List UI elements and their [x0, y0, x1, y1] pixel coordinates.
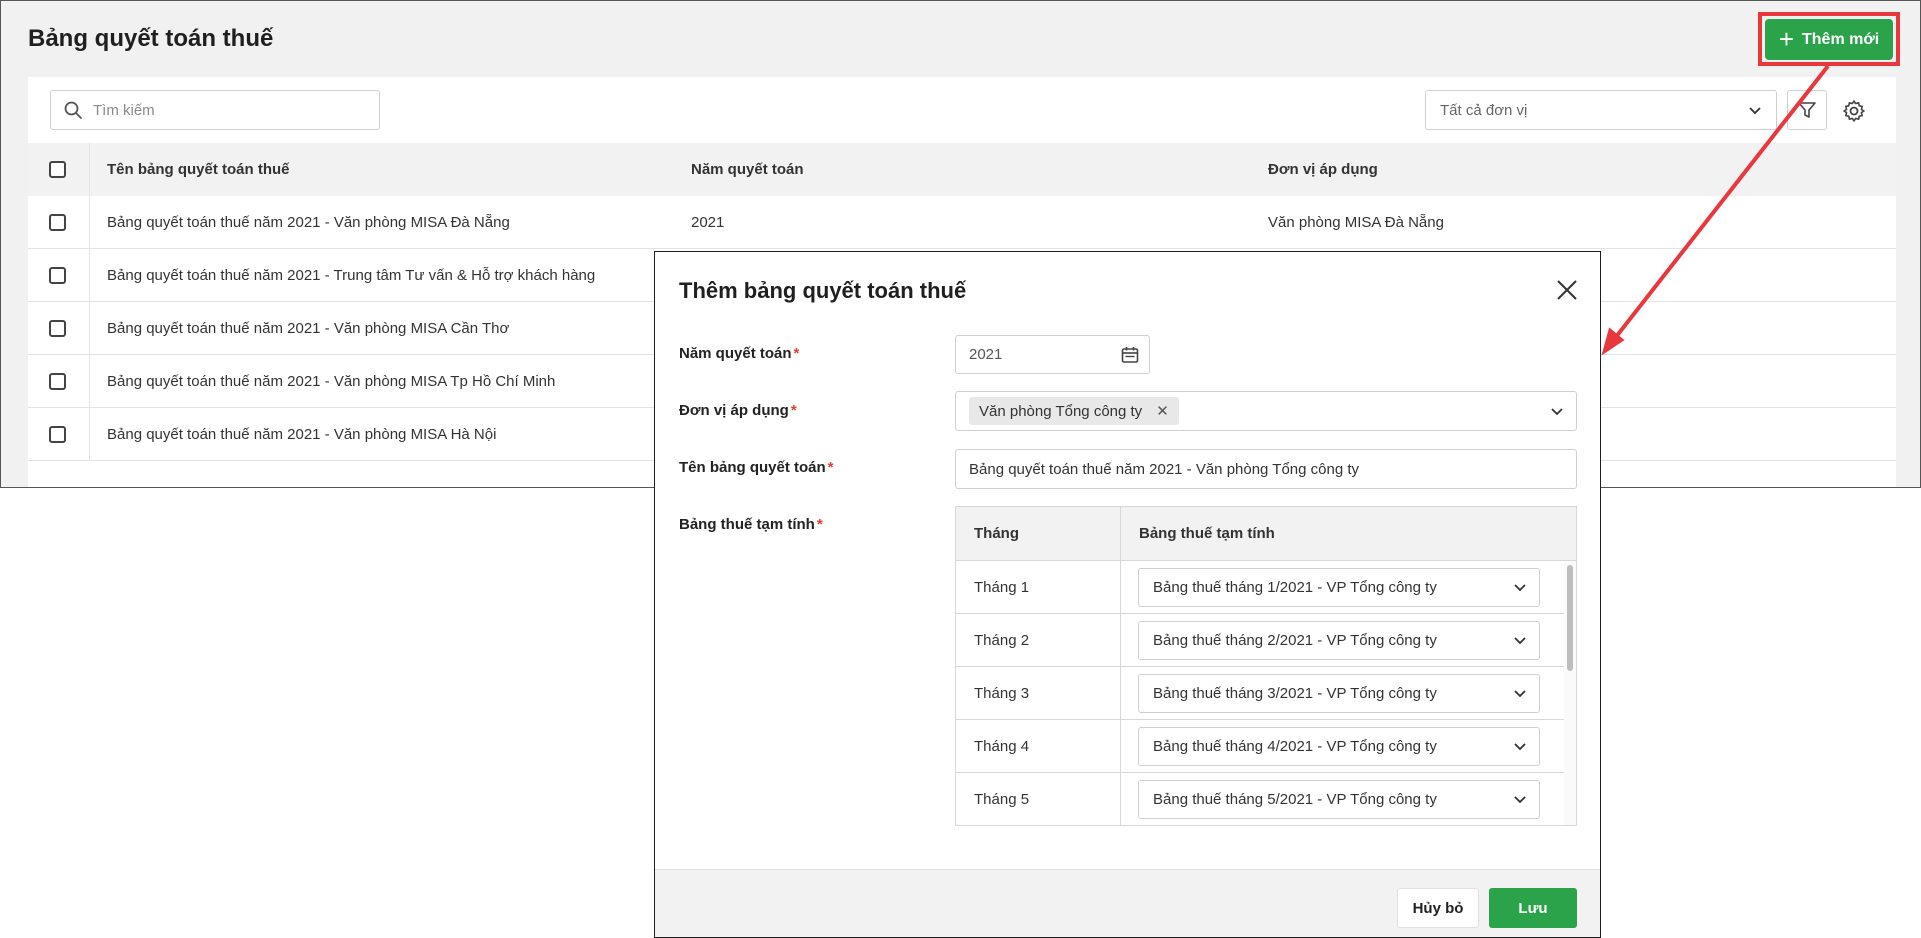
dialog-title: Thêm bảng quyết toán thuế [679, 278, 967, 303]
row-name: Bảng quyết toán thuế năm 2021 - Văn phòn… [107, 426, 497, 443]
chevron-down-icon [1514, 637, 1526, 645]
chevron-down-icon [1514, 743, 1526, 751]
row-checkbox[interactable] [49, 408, 66, 461]
month-cell: Tháng 5 [956, 773, 1121, 825]
dialog-footer: Hủy bỏ Lưu [655, 869, 1600, 937]
tax-table-select[interactable]: Bảng thuế tháng 1/2021 - VP Tổng công ty [1138, 567, 1540, 607]
tax-table-select[interactable]: Bảng thuế tháng 2/2021 - VP Tổng công ty [1138, 620, 1540, 660]
page-title: Bảng quyết toán thuế [28, 25, 274, 52]
search-icon [64, 101, 82, 119]
select-all-checkbox[interactable] [49, 143, 66, 196]
unit-filter-select[interactable]: Tất cả đơn vị [1425, 90, 1777, 130]
filter-button[interactable] [1787, 90, 1827, 130]
row-name: Bảng quyết toán thuế năm 2021 - Văn phòn… [107, 320, 510, 337]
chevron-down-icon[interactable] [1550, 404, 1564, 418]
remove-tag-icon[interactable]: ✕ [1156, 402, 1169, 420]
unit-tag: Văn phòng Tổng công ty ✕ [969, 397, 1179, 425]
chevron-down-icon [1514, 796, 1526, 804]
year-field[interactable]: 2021 [955, 335, 1150, 374]
month-cell: Tháng 4 [956, 720, 1121, 772]
gear-icon [1843, 100, 1865, 122]
tax-table-select[interactable]: Bảng thuế tháng 5/2021 - VP Tổng công ty [1138, 779, 1540, 819]
name-field[interactable]: Bảng quyết toán thuế năm 2021 - Văn phòn… [955, 449, 1577, 489]
table-row: Tháng 2 Bảng thuế tháng 2/2021 - VP Tổng… [956, 614, 1564, 667]
filter-icon [1798, 102, 1816, 118]
month-cell: Tháng 1 [956, 561, 1121, 613]
search-placeholder: Tìm kiếm [93, 101, 155, 119]
settings-button[interactable] [1840, 97, 1868, 125]
name-label: Tên bảng quyết toán * [679, 459, 834, 476]
search-input[interactable]: Tìm kiếm [50, 90, 380, 130]
row-name: Bảng quyết toán thuế năm 2021 - Văn phòn… [107, 214, 510, 231]
tax-table-label: Bảng thuế tạm tính * [679, 516, 823, 533]
close-icon [1557, 280, 1577, 300]
unit-multiselect[interactable]: Văn phòng Tổng công ty ✕ [955, 391, 1577, 431]
column-header-name[interactable]: Tên bảng quyết toán thuế [107, 143, 290, 196]
scrollbar-thumb[interactable] [1567, 565, 1573, 671]
month-cell: Tháng 2 [956, 614, 1121, 666]
year-value: 2021 [969, 346, 1003, 363]
column-header-tax-table: Bảng thuế tạm tính [1139, 525, 1275, 542]
chevron-down-icon [1514, 584, 1526, 592]
cancel-button[interactable]: Hủy bỏ [1397, 888, 1479, 928]
table-row[interactable]: Bảng quyết toán thuế năm 2021 - Văn phòn… [28, 196, 1896, 249]
row-unit: Văn phòng MISA Đà Nẵng [1268, 214, 1444, 231]
highlight-box [1758, 12, 1900, 66]
column-header-year[interactable]: Năm quyết toán [691, 143, 804, 196]
tax-table-header: Tháng Bảng thuế tạm tính [956, 507, 1576, 561]
chevron-down-icon [1514, 690, 1526, 698]
monthly-tax-table: Tháng Bảng thuế tạm tính Tháng 1 Bảng th… [955, 506, 1577, 826]
save-button[interactable]: Lưu [1489, 888, 1577, 928]
column-header-month: Tháng [956, 507, 1121, 560]
chevron-down-icon [1749, 107, 1761, 115]
tax-table-select[interactable]: Bảng thuế tháng 4/2021 - VP Tổng công ty [1138, 726, 1540, 766]
table-header: Tên bảng quyết toán thuế Năm quyết toán … [28, 143, 1896, 196]
table-row: Tháng 4 Bảng thuế tháng 4/2021 - VP Tổng… [956, 720, 1564, 773]
close-button[interactable] [1555, 278, 1579, 302]
table-row: Tháng 3 Bảng thuế tháng 3/2021 - VP Tổng… [956, 667, 1564, 720]
row-checkbox[interactable] [49, 196, 66, 249]
table-row: Tháng 1 Bảng thuế tháng 1/2021 - VP Tổng… [956, 561, 1564, 614]
row-year: 2021 [691, 214, 725, 231]
row-checkbox[interactable] [49, 355, 66, 408]
month-cell: Tháng 3 [956, 667, 1121, 719]
add-tax-settlement-dialog: Thêm bảng quyết toán thuế Năm quyết toán… [654, 251, 1601, 938]
unit-tag-label: Văn phòng Tổng công ty [979, 402, 1143, 420]
row-checkbox[interactable] [49, 302, 66, 355]
unit-label: Đơn vị áp dụng * [679, 402, 797, 419]
unit-filter-value: Tất cả đơn vị [1440, 101, 1528, 119]
row-name: Bảng quyết toán thuế năm 2021 - Trung tâ… [107, 267, 596, 284]
row-name: Bảng quyết toán thuế năm 2021 - Văn phòn… [107, 373, 556, 390]
table-row: Tháng 5 Bảng thuế tháng 5/2021 - VP Tổng… [956, 773, 1564, 825]
year-label: Năm quyết toán * [679, 345, 800, 362]
tax-table-select[interactable]: Bảng thuế tháng 3/2021 - VP Tổng công ty [1138, 673, 1540, 713]
calendar-icon[interactable] [1121, 346, 1139, 364]
row-checkbox[interactable] [49, 249, 66, 302]
column-header-unit[interactable]: Đơn vị áp dụng [1268, 143, 1378, 196]
